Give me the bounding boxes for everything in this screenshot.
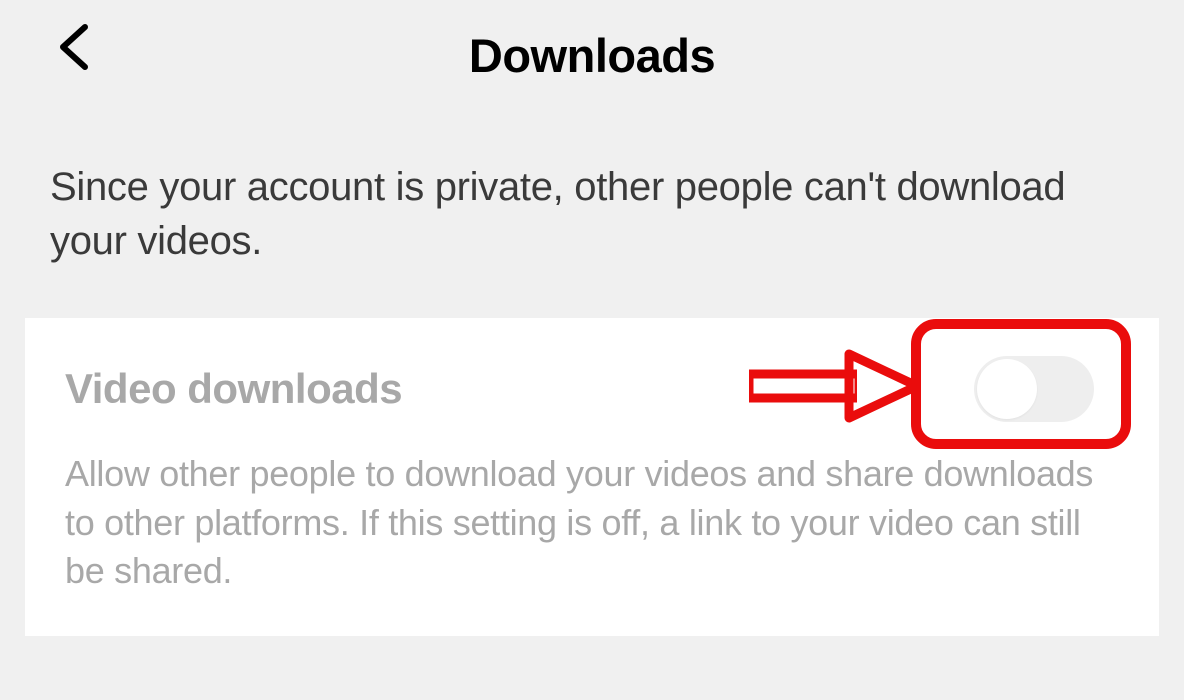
privacy-info-text: Since your account is private, other peo… [0, 100, 1184, 318]
settings-card: Video downloads Allow other people to do… [25, 318, 1159, 636]
video-downloads-row: Video downloads [65, 356, 1119, 422]
video-downloads-toggle[interactable] [974, 356, 1094, 422]
header-bar: Downloads [0, 0, 1184, 100]
toggle-area [974, 356, 1119, 422]
video-downloads-label: Video downloads [65, 365, 402, 413]
video-downloads-description: Allow other people to download your vide… [65, 450, 1119, 596]
annotation-arrow [749, 346, 919, 426]
page-title: Downloads [50, 28, 1134, 83]
toggle-knob [977, 359, 1037, 419]
back-button[interactable] [55, 22, 95, 72]
chevron-left-icon [55, 22, 95, 72]
